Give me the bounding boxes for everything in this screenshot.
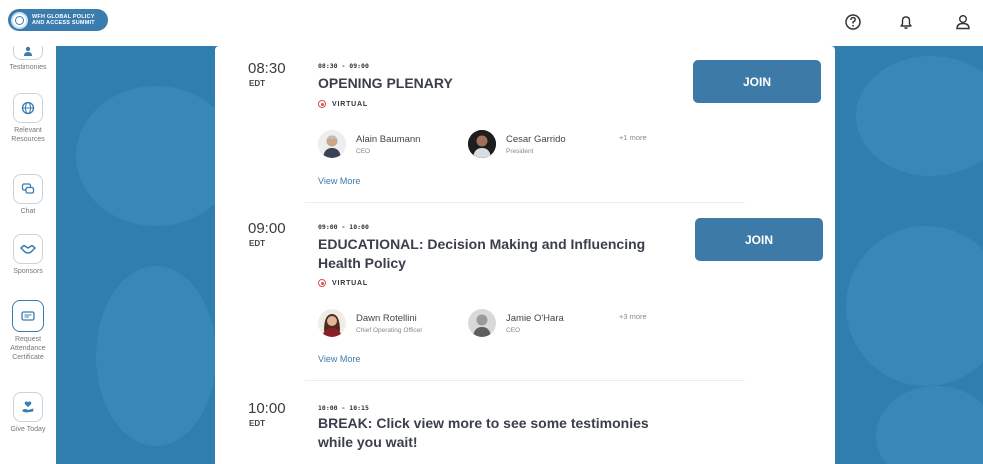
help-icon[interactable] — [843, 12, 863, 32]
view-more-link[interactable]: View More — [318, 354, 360, 364]
user-icon[interactable] — [953, 12, 973, 32]
sidebar-item-testimonies[interactable]: Testimonies — [0, 42, 56, 72]
sidebar-item-label: Sponsors — [13, 268, 43, 275]
session-title: EDUCATIONAL: Decision Making and Influen… — [318, 236, 646, 271]
heart-hand-icon — [22, 401, 34, 413]
sidebar-item-label: Request Attendance Certificate — [10, 336, 46, 361]
speaker-card[interactable]: Alain Baumann CEO — [318, 130, 420, 158]
session-range: 10:00 - 10:15 — [318, 404, 369, 412]
speaker-name: Cesar Garrido — [506, 133, 566, 145]
top-bar: WFH GLOBAL POLICY AND ACCESS SUMMIT — [0, 0, 983, 46]
divider — [305, 380, 745, 381]
globe-icon — [21, 101, 35, 115]
session-title: OPENING PLENARY — [318, 75, 453, 91]
speaker-role: CEO — [506, 326, 521, 334]
logo-line-2: AND ACCESS SUMMIT — [32, 20, 95, 26]
avatar — [468, 309, 496, 337]
session-time: 10:00 — [248, 400, 286, 417]
virtual-icon — [318, 100, 326, 108]
session-range: 09:00 - 10:00 — [318, 223, 369, 231]
sidebar-item-sponsors[interactable]: Sponsors — [0, 234, 56, 276]
sidebar-item-give-today[interactable]: Give Today — [0, 392, 56, 434]
speaker-role: CEO — [356, 147, 371, 155]
virtual-icon — [318, 279, 326, 287]
virtual-badge: VIRTUAL — [318, 100, 368, 108]
speaker-name: Dawn Rotellini — [356, 312, 417, 324]
handshake-icon — [20, 244, 36, 254]
speaker-role: Chief Operating Officer — [356, 326, 423, 334]
speaker-card[interactable]: Cesar Garrido President — [468, 130, 566, 158]
speaker-card[interactable]: Dawn Rotellini Chief Operating Officer — [318, 309, 422, 337]
certificate-icon — [21, 311, 35, 321]
more-speakers-link[interactable]: +1 more — [619, 133, 647, 142]
session-timezone: EDT — [249, 239, 265, 248]
speaker-card[interactable]: Jamie O'Hara CEO — [468, 309, 564, 337]
divider — [305, 202, 745, 203]
sidebar-item-label: Give Today — [10, 426, 46, 433]
session-time: 09:00 — [248, 220, 286, 237]
sidebar-item-chat[interactable]: Chat — [0, 174, 56, 216]
session-timezone: EDT — [249, 419, 265, 428]
chat-icon — [21, 183, 35, 194]
avatar — [468, 130, 496, 158]
sidebar-item-label: Chat — [20, 208, 36, 215]
speaker-name: Jamie O'Hara — [506, 312, 564, 324]
session-range: 08:30 - 09:00 — [318, 62, 369, 70]
avatar — [318, 130, 346, 158]
join-button[interactable]: JOIN — [693, 60, 821, 103]
session-time: 08:30 — [248, 60, 286, 77]
speaker-name: Alain Baumann — [356, 133, 421, 145]
more-speakers-link[interactable]: +3 more — [619, 312, 647, 321]
summit-logo[interactable]: WFH GLOBAL POLICY AND ACCESS SUMMIT — [8, 9, 108, 31]
view-more-link[interactable]: View More — [318, 176, 360, 186]
speaker-role: President — [506, 147, 534, 155]
sidebar-item-request-attendance-certificate[interactable]: Request Attendance Certificate — [0, 300, 56, 362]
sidebar-item-label: Testimonies — [9, 64, 47, 71]
session-title: BREAK: Click view more to see some testi… — [318, 415, 649, 450]
join-button[interactable]: JOIN — [695, 218, 823, 261]
globe-logo-icon — [11, 11, 28, 29]
bell-icon[interactable] — [896, 12, 916, 32]
virtual-badge: VIRTUAL — [318, 279, 368, 287]
session-timezone: EDT — [249, 79, 265, 88]
person-icon — [24, 46, 32, 56]
avatar — [318, 309, 346, 337]
sidebar-item-relevant-resources[interactable]: Relevant Resources — [0, 93, 56, 144]
sidebar: Testimonies Relevant Resources Chat Spon… — [0, 42, 56, 464]
sidebar-item-label: Relevant Resources — [11, 127, 45, 143]
